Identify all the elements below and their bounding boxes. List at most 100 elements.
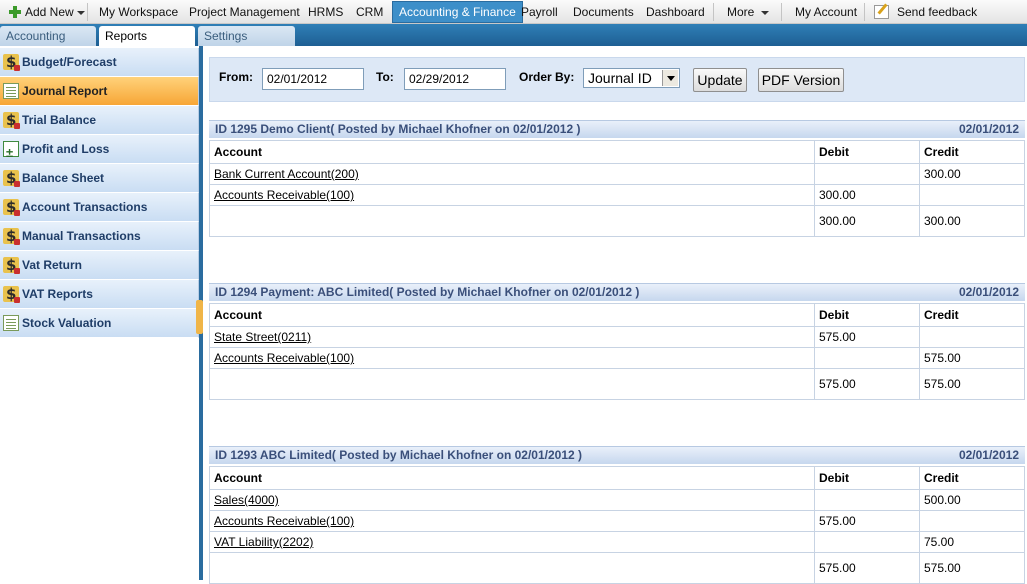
total-row: 575.00 575.00 — [209, 552, 1025, 584]
sheet-icon — [3, 315, 19, 331]
account-link[interactable]: Accounts Receivable(100) — [214, 514, 354, 528]
debit-cell: 575.00 — [814, 510, 920, 532]
sidebar-item-vat-reports[interactable]: VAT Reports — [0, 280, 199, 309]
nav-hrms[interactable]: HRMS — [308, 0, 343, 24]
sidebar-item-account-transactions[interactable]: Account Transactions — [0, 193, 199, 222]
add-new-label: Add New — [25, 5, 74, 19]
credit-column-header: Credit — [919, 303, 1025, 327]
table-header-row: Account Debit Credit — [209, 303, 1025, 327]
account-cell: VAT Liability(2202) — [209, 531, 815, 553]
to-label: To: — [376, 70, 394, 84]
sidebar-item-label: Vat Return — [22, 258, 83, 272]
table-row: Accounts Receivable(100) 300.00 — [209, 184, 1025, 206]
sidebar-item-label: Journal Report — [22, 84, 108, 98]
account-cell: Bank Current Account(200) — [209, 163, 815, 185]
plus-icon — [9, 6, 21, 18]
account-link[interactable]: VAT Liability(2202) — [214, 535, 313, 549]
sidebar-item-label: Profit and Loss — [22, 142, 110, 156]
nav-documents[interactable]: Documents — [573, 0, 634, 24]
total-credit-cell: 575.00 — [919, 368, 1025, 400]
journal-title: ID 1293 ABC Limited( Posted by Michael K… — [215, 448, 582, 462]
table-row: Accounts Receivable(100) 575.00 — [209, 347, 1025, 369]
sidebar-collapse-handle[interactable] — [196, 300, 203, 334]
account-link[interactable]: Accounts Receivable(100) — [214, 188, 354, 202]
dollar-icon — [3, 164, 20, 193]
credit-cell: 300.00 — [919, 163, 1025, 185]
account-cell: Accounts Receivable(100) — [209, 347, 815, 369]
total-debit-cell: 575.00 — [814, 368, 920, 400]
add-new-menu[interactable]: Add New — [25, 0, 85, 24]
credit-cell: 500.00 — [919, 489, 1025, 511]
credit-cell: 575.00 — [919, 347, 1025, 369]
table-header-row: Account Debit Credit — [209, 140, 1025, 164]
dollar-icon — [3, 222, 20, 251]
debit-column-header: Debit — [814, 303, 920, 327]
debit-cell: 300.00 — [814, 184, 920, 206]
nav-project-management[interactable]: Project Management — [189, 0, 300, 24]
more-menu[interactable]: More — [727, 0, 769, 24]
sidebar-item-vat-return[interactable]: Vat Return — [0, 251, 199, 280]
send-feedback-link[interactable]: Send feedback — [897, 0, 977, 24]
credit-cell: 75.00 — [919, 531, 1025, 553]
sub-tab-bar: Accounting Reports Settings — [0, 24, 1027, 46]
sidebar-item-label: Account Transactions — [22, 200, 148, 214]
account-link[interactable]: Bank Current Account(200) — [214, 167, 359, 181]
order-by-select[interactable]: Journal ID — [583, 68, 680, 88]
nav-accounting-finance[interactable]: Accounting & Finance — [392, 1, 523, 23]
tab-reports[interactable]: Reports — [99, 26, 195, 46]
account-column-header: Account — [209, 140, 815, 164]
account-cell: Accounts Receivable(100) — [209, 184, 815, 206]
account-link[interactable]: Sales(4000) — [214, 493, 279, 507]
account-link[interactable]: State Street(0211) — [214, 330, 311, 344]
tab-accounting[interactable]: Accounting — [0, 26, 96, 46]
sidebar-item-profit-and-loss[interactable]: Profit and Loss — [0, 135, 199, 167]
sidebar-item-label: VAT Reports — [22, 287, 93, 301]
nav-crm[interactable]: CRM — [356, 0, 383, 24]
sidebar-item-trial-balance[interactable]: Trial Balance — [0, 106, 199, 135]
sidebar-item-manual-transactions[interactable]: Manual Transactions — [0, 222, 199, 251]
sidebar-item-label: Stock Valuation — [22, 316, 112, 330]
credit-cell — [919, 510, 1025, 532]
nav-dashboard[interactable]: Dashboard — [646, 0, 705, 24]
nav-my-workspace[interactable]: My Workspace — [99, 0, 178, 24]
journal-table: Account Debit Credit Sales(4000) 500.00 … — [209, 466, 1025, 584]
sidebar-item-journal-report[interactable]: Journal Report — [0, 77, 199, 106]
sidebar-item-stock-valuation[interactable]: Stock Valuation — [0, 309, 199, 338]
account-link[interactable]: Accounts Receivable(100) — [214, 351, 354, 365]
journal-date: 02/01/2012 — [958, 122, 1019, 136]
table-row: State Street(0211) 575.00 — [209, 326, 1025, 348]
sidebar-item-label: Budget/Forecast — [22, 55, 117, 69]
table-row: Sales(4000) 500.00 — [209, 489, 1025, 511]
debit-column-header: Debit — [814, 140, 920, 164]
total-label-cell — [209, 552, 815, 584]
my-account-link[interactable]: My Account — [795, 0, 857, 24]
journal-header: ID 1293 ABC Limited( Posted by Michael K… — [209, 446, 1025, 464]
total-row: 575.00 575.00 — [209, 368, 1025, 400]
filter-bar: From: 02/01/2012 To: 02/29/2012 Order By… — [209, 57, 1025, 102]
debit-cell — [814, 347, 920, 369]
tab-settings[interactable]: Settings — [198, 26, 295, 46]
pdf-version-button[interactable]: PDF Version — [758, 68, 844, 92]
journal-header: ID 1295 Demo Client( Posted by Michael K… — [209, 120, 1025, 138]
update-button[interactable]: Update — [693, 68, 747, 92]
to-date-input[interactable]: 02/29/2012 — [404, 68, 506, 90]
debit-cell — [814, 489, 920, 511]
nav-payroll[interactable]: Payroll — [521, 0, 558, 24]
sidebar-item-budget-forecast[interactable]: Budget/Forecast — [0, 48, 199, 77]
dollar-icon — [3, 193, 20, 222]
chevron-down-icon — [760, 10, 769, 15]
journal-table: Account Debit Credit State Street(0211) … — [209, 303, 1025, 400]
sidebar-item-label: Balance Sheet — [22, 171, 105, 185]
from-date-input[interactable]: 02/01/2012 — [262, 68, 364, 90]
sidebar-item-balance-sheet[interactable]: Balance Sheet — [0, 164, 199, 193]
total-debit-cell: 300.00 — [814, 205, 920, 237]
total-debit-cell: 575.00 — [814, 552, 920, 584]
debit-cell — [814, 163, 920, 185]
journal-title: ID 1294 Payment: ABC Limited( Posted by … — [215, 285, 640, 299]
table-row: Accounts Receivable(100) 575.00 — [209, 510, 1025, 532]
total-label-cell — [209, 205, 815, 237]
dollar-icon — [3, 48, 20, 77]
table-row: Bank Current Account(200) 300.00 — [209, 163, 1025, 185]
debit-column-header: Debit — [814, 466, 920, 490]
sheet-icon — [3, 83, 19, 99]
